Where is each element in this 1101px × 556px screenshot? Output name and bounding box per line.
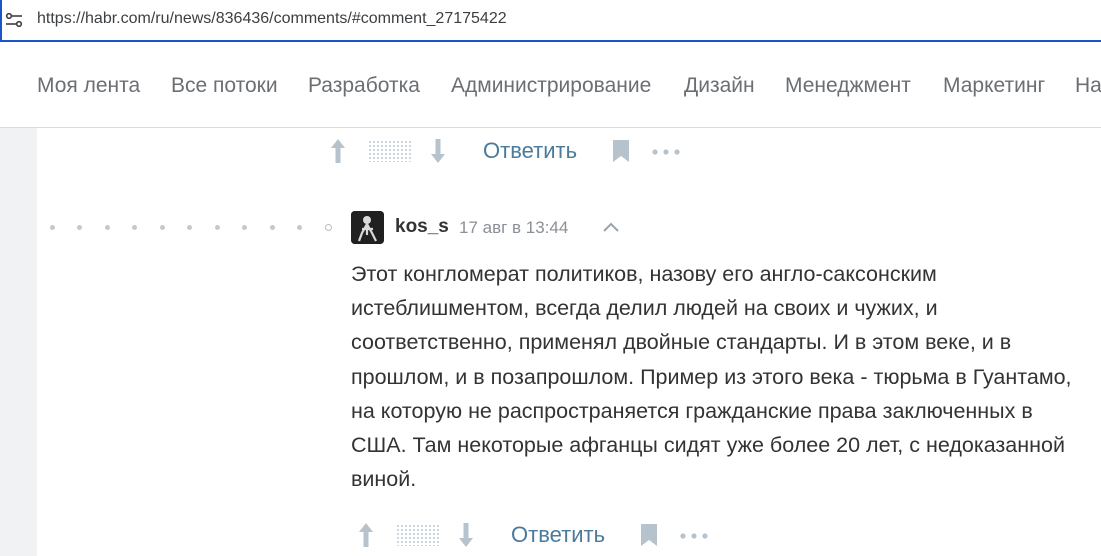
thread-dot	[270, 225, 275, 230]
thread-dot	[242, 225, 247, 230]
more-options-icon[interactable]	[680, 533, 708, 539]
nav-item-administration[interactable]: Администрирование	[451, 74, 651, 98]
comment-date[interactable]: 17 авг в 13:44	[459, 218, 568, 238]
address-bar-border	[0, 0, 2, 40]
address-bar[interactable]: https://habr.com/ru/news/836436/comments…	[0, 0, 1101, 42]
vote-score-placeholder	[368, 140, 412, 162]
site-settings-icon[interactable]	[4, 10, 24, 30]
nav-item-development[interactable]: Разработка	[308, 74, 420, 98]
more-options-icon[interactable]	[652, 149, 680, 155]
chevron-up-icon[interactable]	[601, 221, 621, 233]
nav-item-design[interactable]: Дизайн	[684, 74, 755, 98]
nav-item-marketing[interactable]: Маркетинг	[943, 74, 1045, 98]
thread-dot	[160, 225, 165, 230]
nav-item-all-streams[interactable]: Все потоки	[171, 74, 278, 98]
vote-score-placeholder	[396, 524, 440, 546]
upvote-arrow-icon[interactable]	[356, 521, 376, 549]
reply-button[interactable]: Ответить	[511, 522, 605, 548]
nav-item-management[interactable]: Менеджмент	[785, 74, 911, 98]
thread-dot	[215, 225, 220, 230]
comment-author[interactable]: kos_s	[395, 216, 449, 238]
nav-item-my-feed[interactable]: Моя лента	[37, 74, 140, 98]
previous-comment-actions: Ответить	[328, 137, 688, 167]
comment-body: Этот конгломерат политиков, назову его а…	[351, 262, 1072, 492]
comment-actions: Ответить	[356, 521, 716, 551]
thread-dot	[105, 225, 110, 230]
bookmark-icon[interactable]	[613, 140, 629, 162]
hub-navigation: Моя лента Все потоки Разработка Админист…	[0, 49, 1101, 128]
avatar-image-icon	[351, 211, 384, 244]
upvote-arrow-icon[interactable]	[328, 137, 348, 165]
downvote-arrow-icon[interactable]	[428, 137, 448, 165]
thread-dot	[77, 225, 82, 230]
url-text[interactable]: https://habr.com/ru/news/836436/comments…	[37, 10, 507, 28]
bookmark-icon[interactable]	[641, 524, 657, 546]
downvote-arrow-icon[interactable]	[456, 521, 476, 549]
thread-dot	[132, 225, 137, 230]
nav-item-more[interactable]: На	[1075, 74, 1101, 98]
avatar[interactable]	[351, 211, 384, 244]
left-gutter	[0, 128, 37, 556]
reply-button[interactable]: Ответить	[483, 138, 577, 164]
thread-dot	[297, 225, 302, 230]
thread-dot	[50, 225, 55, 230]
thread-dot	[187, 225, 192, 230]
thread-current-ring	[325, 224, 332, 231]
thread-depth-indicator	[50, 224, 340, 231]
